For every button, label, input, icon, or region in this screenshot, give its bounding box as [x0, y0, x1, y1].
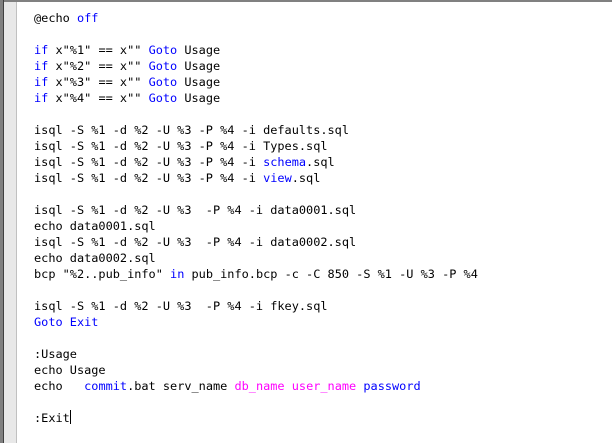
code-line[interactable]: isql -S %1 -d %2 -U %3 -P %4 -i data0001… — [34, 202, 478, 218]
code-token: isql -S %1 -d %2 -U %3 -P %4 -i data0002… — [34, 235, 357, 249]
code-token: echo — [34, 379, 85, 393]
code-line[interactable]: if x"%4" == x"" Goto Usage — [34, 90, 478, 106]
keyword-token: Goto — [148, 91, 178, 105]
code-token: Usage — [177, 75, 221, 89]
code-line[interactable] — [34, 282, 478, 298]
code-line[interactable]: isql -S %1 -d %2 -U %3 -P %4 -i data0002… — [34, 234, 478, 250]
code-token: x"%3" == x"" — [48, 75, 149, 89]
code-line[interactable]: bcp "%2..pub_info" in pub_info.bcp -c -C… — [34, 266, 478, 282]
code-line[interactable]: echo commit.bat serv_name db_name user_n… — [34, 378, 478, 394]
code-line[interactable]: echo data0002.sql — [34, 250, 478, 266]
code-token: .sql — [306, 155, 335, 169]
variable-token: db_name — [234, 379, 285, 393]
code-token: isql -S %1 -d %2 -U %3 -P %4 -i data0001… — [34, 203, 357, 217]
code-token: isql -S %1 -d %2 -U %3 -P %4 -i fkey.sql — [34, 299, 328, 313]
keyword-token: if — [34, 91, 49, 105]
keyword-token: off — [76, 11, 99, 25]
code-line[interactable]: isql -S %1 -d %2 -U %3 -P %4 -i view.sql — [34, 170, 478, 186]
code-token: isql -S %1 -d %2 -U %3 -P %4 -i — [34, 155, 264, 169]
code-line[interactable] — [34, 186, 478, 202]
editor-window: @echo off if x"%1" == x"" Goto Usage if x… — [0, 0, 612, 443]
code-line[interactable]: echo data0001.sql — [34, 218, 478, 234]
code-token: bcp "%2..pub_info" — [34, 267, 171, 281]
code-line[interactable]: if x"%1" == x"" Goto Usage — [34, 42, 478, 58]
code-token: :Usage — [34, 347, 77, 361]
code-editor[interactable]: @echo off if x"%1" == x"" Goto Usage if x… — [17, 2, 612, 443]
code-token: Usage — [177, 43, 221, 57]
code-token: isql -S %1 -d %2 -U %3 -P %4 -i Types.sq… — [34, 139, 328, 153]
code-line[interactable]: @echo off — [34, 10, 478, 26]
text-caret — [69, 410, 71, 424]
code-line[interactable]: isql -S %1 -d %2 -U %3 -P %4 -i fkey.sql — [34, 298, 478, 314]
code-line[interactable]: Goto Exit — [34, 314, 478, 330]
keyword-token: in — [170, 267, 185, 281]
keyword-token: Goto Exit — [34, 315, 99, 329]
code-line[interactable]: :Exit — [34, 410, 478, 426]
keyword-token: Goto — [148, 43, 178, 57]
keyword-token: Goto — [148, 75, 178, 89]
code-line[interactable]: isql -S %1 -d %2 -U %3 -P %4 -i schema.s… — [34, 154, 478, 170]
keyword-token: Goto — [148, 59, 178, 73]
code-token: :Exit — [34, 411, 70, 425]
code-line[interactable]: isql -S %1 -d %2 -U %3 -P %4 -i defaults… — [34, 122, 478, 138]
code-token: x"%2" == x"" — [48, 59, 149, 73]
variable-token: user_name — [291, 379, 357, 393]
code-text[interactable]: @echo off if x"%1" == x"" Goto Usage if x… — [34, 10, 478, 426]
code-line[interactable] — [34, 330, 478, 346]
code-line[interactable] — [34, 106, 478, 122]
code-line[interactable]: echo Usage — [34, 362, 478, 378]
code-token: echo data0002.sql — [34, 251, 156, 265]
keyword-token: password — [363, 379, 421, 393]
keyword-token: if — [34, 59, 49, 73]
code-token: x"%4" == x"" — [48, 91, 149, 105]
code-token: isql -S %1 -d %2 -U %3 -P %4 -i defaults… — [34, 123, 349, 137]
code-line[interactable] — [34, 26, 478, 42]
keyword-token: schema — [263, 155, 307, 169]
code-line[interactable] — [34, 394, 478, 410]
code-token: Usage — [177, 91, 221, 105]
code-token: pub_info.bcp -c -C 850 -S %1 -U %3 -P %4 — [184, 267, 478, 281]
editor-gutter — [4, 2, 16, 443]
code-token: .bat serv_name — [127, 379, 235, 393]
keyword-token: commit — [84, 379, 128, 393]
code-token: Usage — [177, 59, 221, 73]
code-line[interactable]: :Usage — [34, 346, 478, 362]
code-token: @echo — [34, 11, 77, 25]
keyword-token: if — [34, 75, 49, 89]
code-token: .sql — [291, 171, 321, 185]
keyword-token: view — [263, 171, 292, 185]
code-token: isql -S %1 -d %2 -U %3 -P %4 -i — [34, 171, 264, 185]
keyword-token: if — [34, 43, 49, 57]
code-line[interactable]: isql -S %1 -d %2 -U %3 -P %4 -i Types.sq… — [34, 138, 478, 154]
code-token: echo data0001.sql — [34, 219, 156, 233]
code-token: echo Usage — [34, 363, 106, 377]
code-line[interactable]: if x"%2" == x"" Goto Usage — [34, 58, 478, 74]
code-token: x"%1" == x"" — [48, 43, 149, 57]
code-line[interactable]: if x"%3" == x"" Goto Usage — [34, 74, 478, 90]
